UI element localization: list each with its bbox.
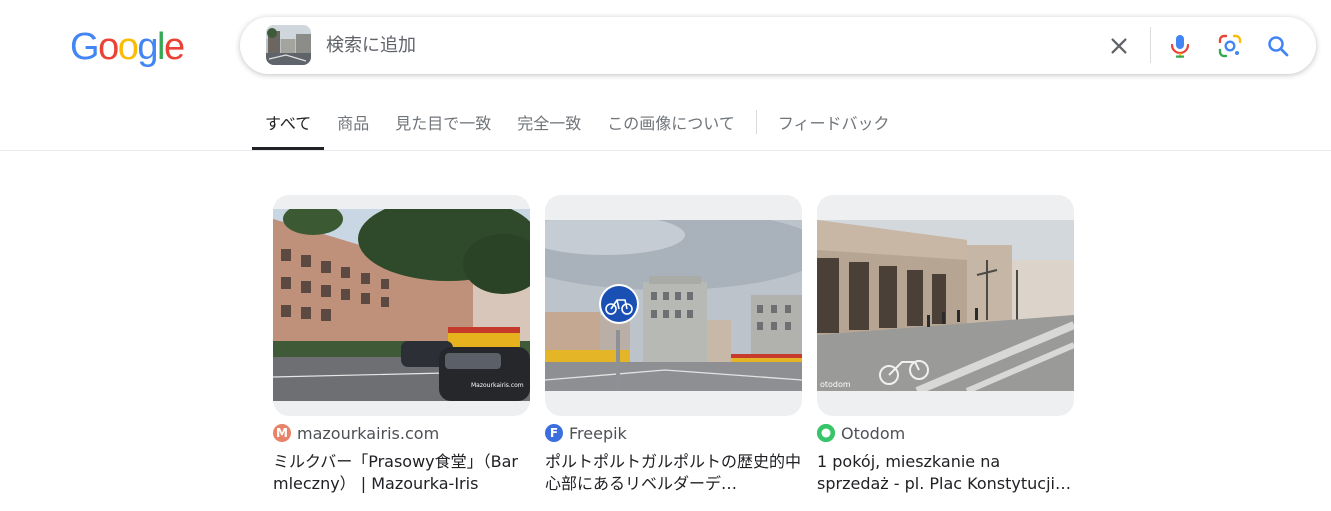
tab-about-this-image[interactable]: この画像について	[594, 98, 748, 150]
google-lens-icon	[1218, 34, 1242, 58]
source-name: Otodom	[841, 423, 906, 443]
results-grid: Mazourkairis.com M mazourkairis.com ミルクバ…	[273, 195, 1074, 495]
close-icon	[1111, 38, 1127, 54]
result-card[interactable]: F Freepik ポルトポルトガルポルトの歴史的中心部にあるリベルダーデ…	[545, 195, 802, 495]
result-image[interactable]: otodom	[817, 195, 1074, 416]
logo-letter: l	[156, 26, 165, 68]
google-lens-results-page: Google 検索に追加 すべて 商品 見た目で一致 完全一致 この画像について…	[0, 0, 1331, 511]
searchbox-divider	[1150, 27, 1151, 63]
search-input[interactable]	[326, 29, 1086, 61]
query-image-thumbnail[interactable]	[266, 25, 311, 65]
site-favicon-icon: F	[545, 424, 563, 442]
logo-letter: o	[117, 26, 139, 68]
result-source[interactable]: Otodom	[817, 423, 1074, 443]
logo-letter: e	[163, 26, 185, 68]
result-card[interactable]: Mazourkairis.com M mazourkairis.com ミルクバ…	[273, 195, 530, 495]
search-box	[240, 17, 1316, 74]
result-image[interactable]: Mazourkairis.com	[273, 195, 530, 416]
tab-exact-matches[interactable]: 完全一致	[504, 98, 594, 150]
logo-letter: G	[70, 26, 100, 68]
logo-letter: o	[98, 26, 119, 68]
search-icon	[1268, 36, 1289, 57]
tab-products[interactable]: 商品	[324, 98, 382, 150]
site-favicon-icon	[817, 424, 835, 442]
header-divider	[0, 150, 1331, 151]
tab-all[interactable]: すべて	[252, 98, 325, 150]
clear-button[interactable]	[1103, 30, 1135, 62]
lens-search-button[interactable]	[1214, 30, 1246, 62]
otodom-ring-icon	[817, 424, 835, 442]
source-name: mazourkairis.com	[297, 423, 440, 443]
source-name: Freepik	[569, 423, 627, 443]
tabs-divider	[755, 110, 757, 134]
result-title[interactable]: ポルトポルトガルポルトの歴史的中心部にあるリベルダーデ…	[545, 451, 802, 495]
favicon-letter: M	[276, 426, 288, 440]
microphone-icon	[1170, 35, 1190, 58]
image-watermark: otodom	[820, 380, 851, 389]
search-tabs: すべて 商品 見た目で一致 完全一致 この画像について フィードバック	[252, 98, 903, 150]
logo-letter: g	[137, 26, 158, 68]
image-watermark: Mazourkairis.com	[471, 382, 524, 389]
result-card[interactable]: otodom Otodom 1 pokój, mieszkanie na spr…	[817, 195, 1074, 495]
google-logo[interactable]: Google	[70, 25, 185, 69]
result-image[interactable]	[545, 195, 802, 416]
voice-search-button[interactable]	[1164, 30, 1196, 62]
tab-visual-matches[interactable]: 見た目で一致	[382, 98, 504, 150]
search-submit-button[interactable]	[1262, 30, 1294, 62]
result-title[interactable]: 1 pokój, mieszkanie na sprzedaż - pl. Pl…	[817, 451, 1074, 495]
feedback-link[interactable]: フィードバック	[765, 98, 903, 150]
favicon-letter: F	[549, 426, 559, 440]
result-source[interactable]: F Freepik	[545, 423, 802, 443]
result-source[interactable]: M mazourkairis.com	[273, 423, 530, 443]
site-favicon-icon: M	[273, 424, 291, 442]
result-title[interactable]: ミルクバー「Prasowy食堂」（Bar mleczny） | Mazourka…	[273, 451, 530, 495]
